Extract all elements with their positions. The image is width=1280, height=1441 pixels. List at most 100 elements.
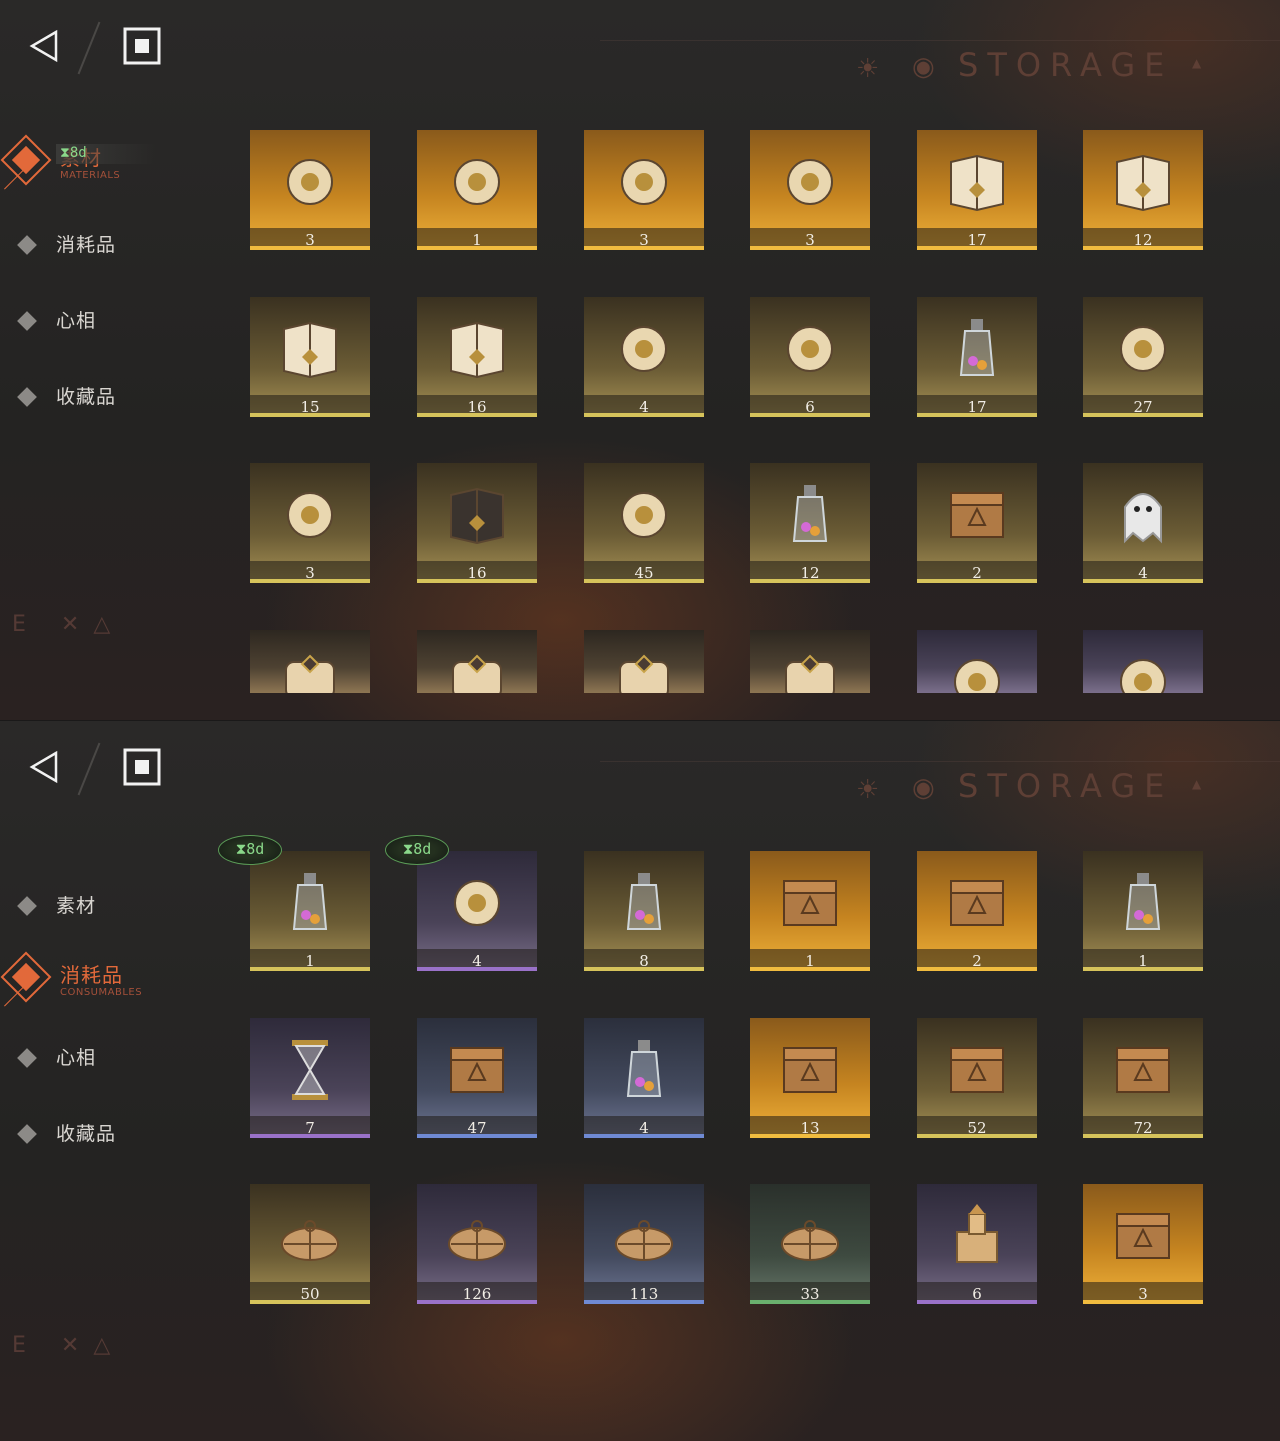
item-slot[interactable]: 3 [250, 463, 370, 583]
item-slot[interactable]: 8 [584, 851, 704, 971]
item-slot[interactable]: 47 [417, 1018, 537, 1138]
item-slot[interactable] [417, 630, 537, 720]
item-slot[interactable]: 4 [1083, 463, 1203, 583]
potion-bottle-icon [959, 319, 995, 376]
item-quantity: 47 [467, 1119, 487, 1137]
item-card: 13 [750, 1018, 870, 1138]
item-quantity: 113 [629, 1285, 659, 1303]
hand-box-icon [950, 492, 1004, 538]
item-card [750, 630, 870, 693]
item-slot[interactable]: 12 [750, 463, 870, 583]
item-slot[interactable]: 27 [1083, 297, 1203, 417]
item-slot[interactable]: 1 [1083, 851, 1203, 971]
item-slot[interactable]: 15 [250, 297, 370, 417]
item-card [1083, 630, 1203, 693]
item-card: 4 [417, 851, 537, 971]
item-card: 16 [417, 297, 537, 417]
item-slot[interactable]: 113 [584, 1184, 704, 1304]
item-slot[interactable]: 7 [250, 1018, 370, 1138]
candy-jar-icon [626, 873, 662, 930]
item-quantity: 13 [800, 1119, 820, 1137]
item-slot[interactable]: 12 [1083, 130, 1203, 250]
item-slot[interactable]: 1 [750, 851, 870, 971]
item-slot[interactable]: 3 [1083, 1184, 1203, 1304]
item-quantity: 7 [305, 1119, 315, 1137]
item-slot[interactable] [250, 630, 370, 720]
wooden-crate-icon [450, 1047, 504, 1093]
item-slot[interactable]: 3 [750, 130, 870, 250]
item-slot[interactable]: 52 [917, 1018, 1037, 1138]
item-card: 47 [417, 1018, 537, 1138]
item-slot[interactable]: 1 [417, 130, 537, 250]
item-quantity: 4 [639, 1119, 649, 1137]
item-slot[interactable]: 4 [584, 297, 704, 417]
astrolabe-icon [621, 326, 667, 372]
item-card: 1 [417, 130, 537, 250]
parcel-icon [781, 1220, 839, 1261]
item-card: 1 [1083, 851, 1203, 971]
item-slot[interactable]: 3 [584, 130, 704, 250]
item-card: 1 [250, 851, 370, 971]
item-slot[interactable]: 33 [750, 1184, 870, 1304]
item-slot[interactable]: 2 [917, 463, 1037, 583]
item-slot[interactable]: 3 [250, 130, 370, 250]
candy-jar-icon [292, 873, 328, 930]
storage-screen-consumables: ☀ ◉ STORAGE ▲ E ✕△ 素材 消耗品 CONSUMABLES 心相… [0, 720, 1280, 1441]
item-quantity: 12 [1133, 231, 1153, 249]
item-card [250, 630, 370, 693]
hourglass-icon: ⧗ [402, 840, 414, 858]
item-quantity: 3 [305, 564, 315, 582]
item-card: 52 [917, 1018, 1037, 1138]
item-quantity: 3 [305, 231, 315, 249]
item-quantity: 52 [967, 1119, 987, 1137]
item-slot[interactable]: 45 [584, 463, 704, 583]
badge-text: 8d [413, 840, 432, 858]
amulet-icon [954, 659, 1000, 693]
item-quantity: 126 [462, 1285, 492, 1303]
parcel-icon [281, 1220, 339, 1261]
blue-scroll-icon [619, 654, 669, 693]
item-slot[interactable]: 72 [1083, 1018, 1203, 1138]
item-slot[interactable]: 16 [417, 463, 537, 583]
item-slot[interactable]: 6 [750, 297, 870, 417]
item-slot[interactable]: 1 ⧗8d [218, 835, 370, 971]
item-slot[interactable]: 13 [750, 1018, 870, 1138]
item-card: 3 [750, 130, 870, 250]
item-slot[interactable]: 50 [250, 1184, 370, 1304]
item-slot[interactable]: 16 [417, 297, 537, 417]
green-scroll-icon [452, 654, 502, 693]
item-quantity: 3 [805, 231, 815, 249]
item-slot[interactable]: 4 [584, 1018, 704, 1138]
tentacle-icon [1120, 659, 1166, 693]
item-quantity: 3 [1138, 1285, 1148, 1303]
item-slot[interactable]: 126 [417, 1184, 537, 1304]
rabbit-box-icon [1116, 1213, 1170, 1259]
item-grid: 1 ⧗8d 4 ⧗8d 8 1 2 1 7 47 4 13 52 72 50 126 113 33 6 3 [0, 721, 1280, 1441]
item-slot[interactable]: 2 [917, 851, 1037, 971]
item-slot[interactable] [917, 630, 1037, 720]
item-card: 72 [1083, 1018, 1203, 1138]
item-slot[interactable]: 17 [917, 297, 1037, 417]
gold-tome-icon [450, 321, 504, 379]
item-card: 12 [1083, 130, 1203, 250]
message-bottle-icon [1125, 873, 1161, 930]
expiry-badge: ⧗8d [385, 835, 449, 865]
item-card: 6 [917, 1184, 1037, 1304]
item-slot[interactable]: 17 [917, 130, 1037, 250]
item-slot[interactable] [1083, 630, 1203, 720]
item-slot[interactable] [584, 630, 704, 720]
item-card: 126 [417, 1184, 537, 1304]
item-quantity: 6 [972, 1285, 982, 1303]
caduceus-icon [287, 159, 333, 205]
item-slot[interactable]: 6 [917, 1184, 1037, 1304]
item-slot[interactable] [750, 630, 870, 720]
item-quantity: 16 [467, 564, 487, 582]
wooden-crate-icon [950, 1047, 1004, 1093]
item-card: 33 [750, 1184, 870, 1304]
item-card: 4 [584, 1018, 704, 1138]
item-quantity: 27 [1133, 398, 1153, 416]
item-slot[interactable]: 4 ⧗8d [385, 835, 537, 971]
item-card [584, 630, 704, 693]
item-card: 17 [917, 130, 1037, 250]
item-card: 16 [417, 463, 537, 583]
